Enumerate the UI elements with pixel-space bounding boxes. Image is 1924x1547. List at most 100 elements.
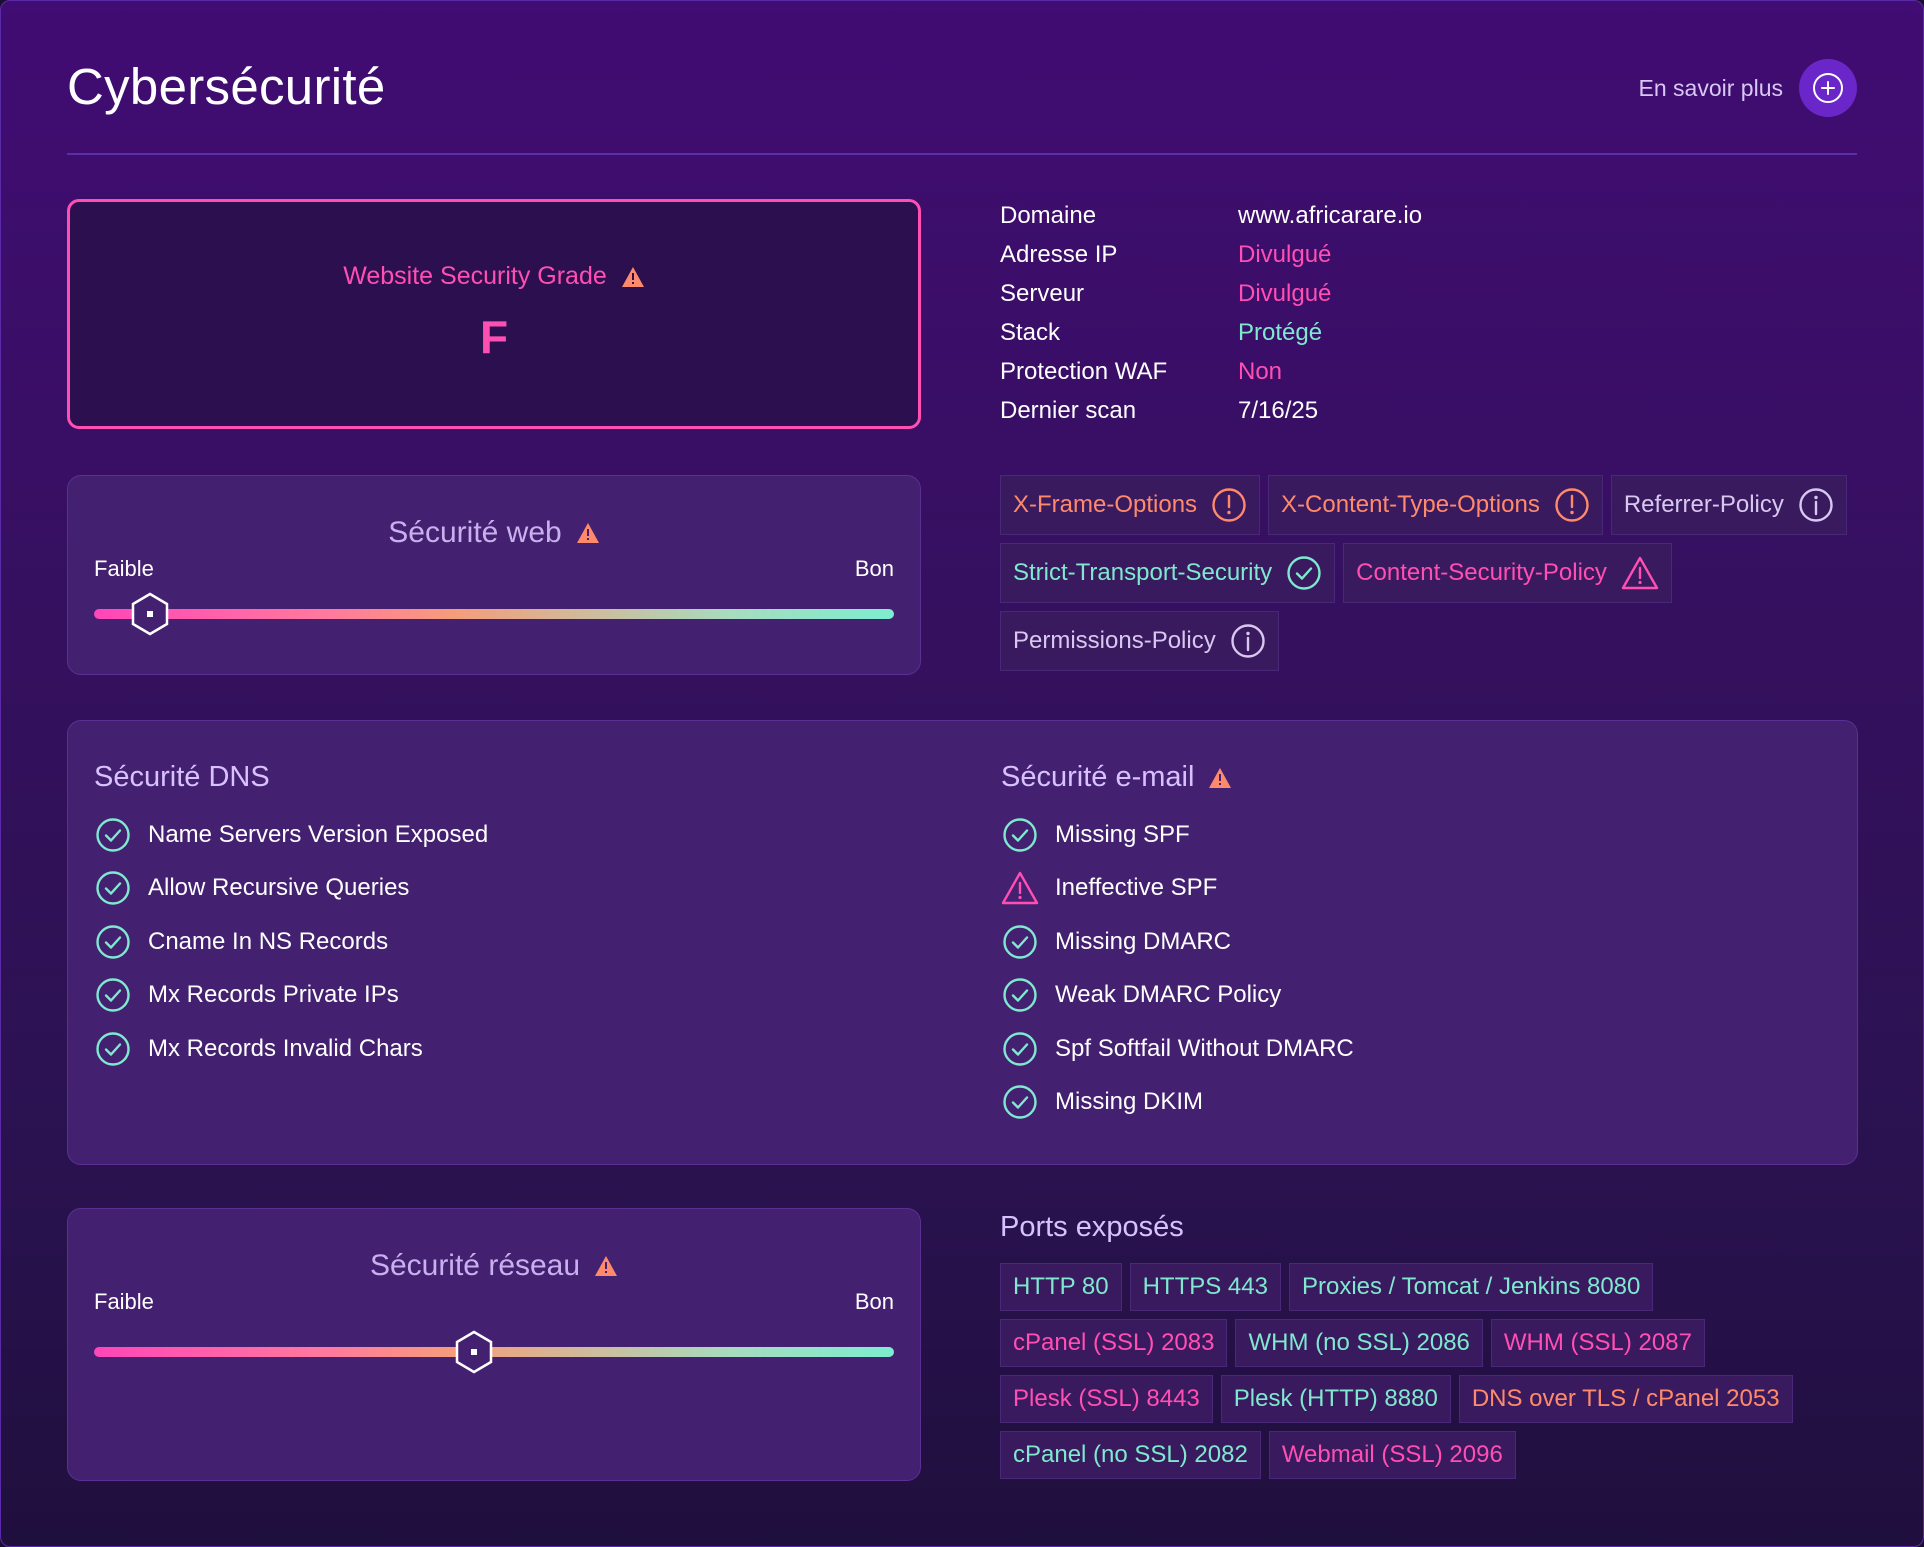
list-item: Mx Records Private IPs	[94, 969, 488, 1023]
port-chip[interactable]: HTTPS 443	[1129, 1263, 1281, 1311]
scale-low-label: Faible	[94, 556, 154, 581]
header-chip[interactable]: Referrer-Policy	[1610, 475, 1847, 535]
header-chip[interactable]: Permissions-Policy	[1000, 611, 1279, 671]
site-info-list: Domaine www.africarare.io Adresse IP Divulg…	[1000, 196, 1422, 430]
warning-icon	[1209, 767, 1232, 788]
info-circle-icon	[1230, 623, 1266, 659]
check-circle-icon	[1286, 555, 1322, 591]
web-security-card: Sécurité web Faible Bon	[67, 475, 921, 675]
list-item-label: Missing DKIM	[1055, 1088, 1204, 1116]
info-key: Dernier scan	[1000, 397, 1137, 424]
list-item-label: Name Servers Version Exposed	[148, 820, 489, 848]
port-chip[interactable]: WHM (SSL) 2087	[1490, 1319, 1705, 1367]
check-circle-icon	[94, 817, 132, 853]
page-title: Cybersécurité	[67, 58, 386, 115]
web-security-heading: Sécurité web	[68, 516, 920, 550]
ports-chips: HTTP 80 HTTPS 443 Proxies / Tomcat / Jenki…	[1000, 1263, 1850, 1479]
security-grade-card: Website Security Grade F	[67, 199, 921, 429]
info-value: Divulgué	[1238, 241, 1332, 268]
check-circle-icon	[1001, 1031, 1039, 1067]
warning-triangle-icon	[1001, 871, 1039, 905]
info-value: Divulgué	[1238, 280, 1332, 307]
dns-section: Sécurité DNS Name Servers Version Expose…	[94, 761, 488, 1076]
info-row: Domaine www.africarare.io	[1000, 196, 1422, 235]
list-item: Spf Softfail Without DMARC	[1001, 1022, 1354, 1076]
header-chip-label: X-Content-Type-Options	[1281, 491, 1540, 518]
exclamation-circle-icon	[1211, 487, 1247, 523]
list-item: Missing DMARC	[1001, 915, 1354, 969]
check-circle-icon	[1001, 924, 1039, 960]
network-security-title: Sécurité réseau	[369, 1249, 581, 1282]
plus-circle-icon[interactable]	[1799, 59, 1857, 117]
check-circle-icon	[94, 977, 132, 1013]
list-item-label: Mx Records Invalid Chars	[148, 1034, 423, 1062]
info-key: Protection WAF	[1000, 358, 1168, 385]
info-value: Non	[1238, 358, 1283, 385]
list-item-label: Mx Records Private IPs	[148, 981, 399, 1009]
network-security-heading: Sécurité réseau	[68, 1249, 920, 1283]
port-chip[interactable]: Plesk (HTTP) 8880	[1220, 1375, 1451, 1423]
port-chip[interactable]: DNS over TLS / cPanel 2053	[1458, 1375, 1793, 1423]
check-circle-icon	[94, 1031, 132, 1067]
port-chip[interactable]: Webmail (SSL) 2096	[1268, 1431, 1516, 1479]
info-row: Dernier scan 7/16/25	[1000, 391, 1422, 430]
learn-more-button[interactable]: En savoir plus	[1639, 59, 1857, 117]
header-chip[interactable]: X-Frame-Options	[1000, 475, 1261, 535]
email-section: Sécurité e-mail Missing SPF Ineffective S…	[1001, 761, 1354, 1129]
warning-triangle-icon	[1621, 556, 1659, 590]
header-chip-label: Permissions-Policy	[1013, 627, 1216, 654]
list-item: Ineffective SPF	[1001, 862, 1354, 916]
cybersecurity-panel: Cybersécurité En savoir plus Website Sec…	[0, 0, 1924, 1547]
check-circle-icon	[1001, 977, 1039, 1013]
header-chip[interactable]: Strict-Transport-Security	[1000, 543, 1336, 603]
learn-more-label: En savoir plus	[1638, 74, 1783, 101]
port-chip[interactable]: cPanel (SSL) 2083	[1000, 1319, 1228, 1367]
check-circle-icon	[94, 924, 132, 960]
list-item-label: Weak DMARC Policy	[1055, 981, 1282, 1009]
warning-icon	[595, 1256, 618, 1276]
list-item: Weak DMARC Policy	[1001, 969, 1354, 1023]
port-chip[interactable]: Plesk (SSL) 8443	[1000, 1375, 1213, 1423]
list-item: Missing DKIM	[1001, 1076, 1354, 1130]
dns-email-card: Sécurité DNS Name Servers Version Expose…	[67, 720, 1858, 1165]
header-chip[interactable]: X-Content-Type-Options	[1268, 475, 1603, 535]
scale-low-label: Faible	[94, 1289, 154, 1314]
security-grade-label: Website Security Grade	[343, 262, 607, 290]
info-row: Stack Protégé	[1000, 313, 1422, 352]
port-chip[interactable]: WHM (no SSL) 2086	[1235, 1319, 1483, 1367]
check-circle-icon	[1001, 1084, 1039, 1120]
list-item: Allow Recursive Queries	[94, 862, 488, 916]
warning-icon	[621, 266, 644, 287]
port-chip[interactable]: cPanel (no SSL) 2082	[1000, 1431, 1261, 1479]
list-item: Name Servers Version Exposed	[94, 808, 488, 862]
port-chip[interactable]: Proxies / Tomcat / Jenkins 8080	[1288, 1263, 1654, 1311]
list-item-label: Cname In NS Records	[148, 927, 389, 955]
list-item: Missing SPF	[1001, 808, 1354, 862]
gauge-thumb-icon[interactable]	[454, 1330, 494, 1374]
email-section-heading: Sécurité e-mail	[1001, 761, 1354, 794]
check-circle-icon	[1001, 817, 1039, 853]
scale-high-label: Bon	[854, 1289, 894, 1314]
gauge-thumb-icon[interactable]	[130, 592, 170, 636]
info-key: Stack	[1000, 319, 1061, 346]
info-row: Serveur Divulgué	[1000, 274, 1422, 313]
header-divider	[67, 153, 1857, 155]
list-item-label: Missing DMARC	[1055, 927, 1232, 955]
list-item-label: Missing SPF	[1055, 820, 1190, 848]
header-chip-label: X-Frame-Options	[1013, 491, 1198, 518]
header-chip-label: Content-Security-Policy	[1356, 559, 1607, 586]
port-chip[interactable]: HTTP 80	[1000, 1263, 1122, 1311]
dns-section-title: Sécurité DNS	[94, 761, 270, 793]
header-chip-label: Strict-Transport-Security	[1013, 559, 1273, 586]
list-item: Mx Records Invalid Chars	[94, 1022, 488, 1076]
info-value: Protégé	[1238, 319, 1323, 346]
header-chip[interactable]: Content-Security-Policy	[1343, 543, 1672, 603]
network-security-card: Sécurité réseau Faible Bon	[67, 1208, 921, 1481]
check-circle-icon	[94, 870, 132, 906]
info-value: www.africarare.io	[1238, 202, 1423, 229]
security-headers-chips: X-Frame-Options X-Content-Type-Options Ref…	[1000, 475, 1850, 671]
security-grade-value: F	[479, 311, 509, 363]
info-key: Domaine	[1000, 202, 1097, 229]
info-row: Protection WAF Non	[1000, 352, 1422, 391]
email-section-title: Sécurité e-mail	[1001, 761, 1195, 793]
